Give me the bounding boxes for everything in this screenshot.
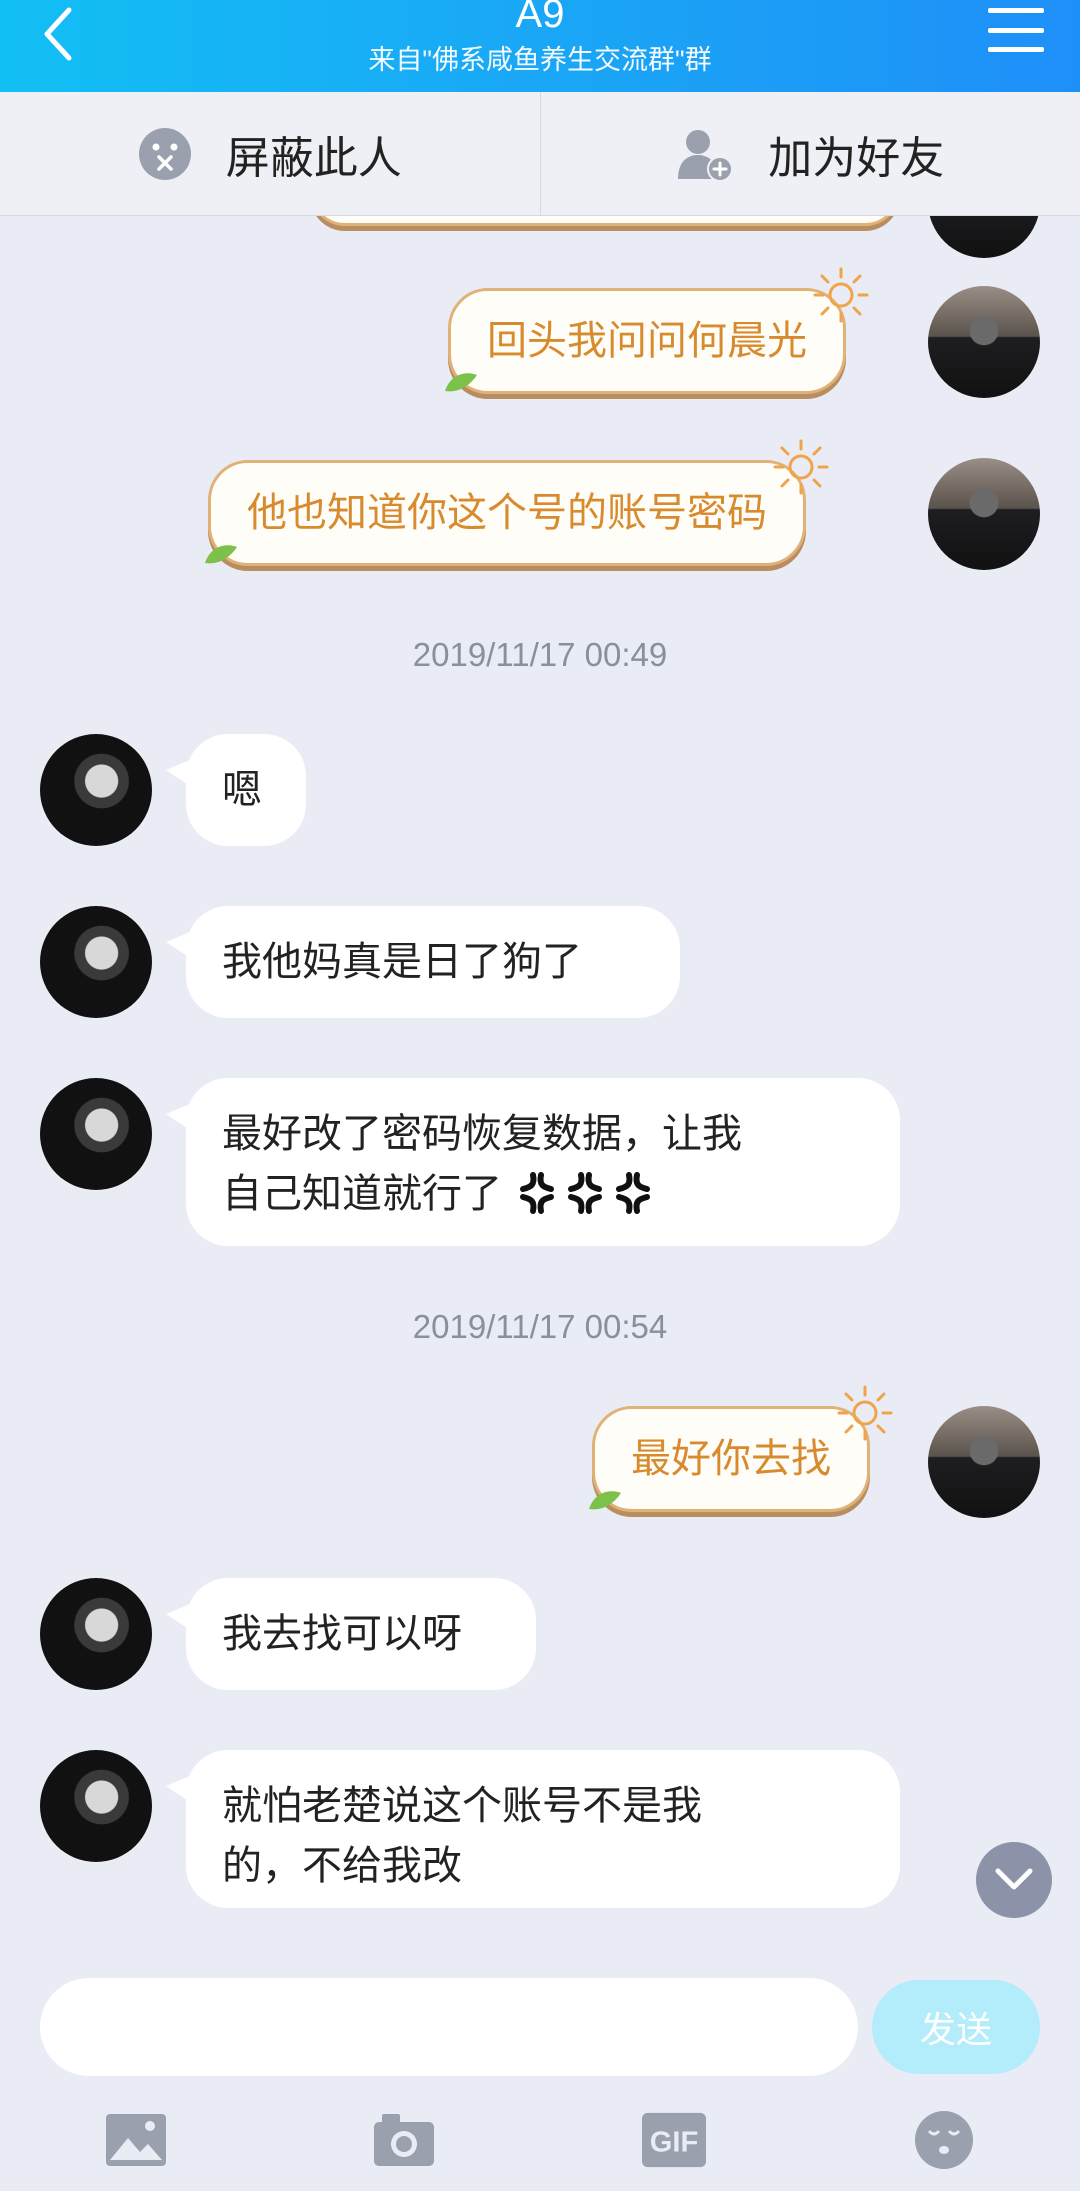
- sender-avatar[interactable]: [40, 1750, 152, 1862]
- message-text: 我他妈真是日了狗了: [222, 939, 582, 985]
- svg-text:GIF: GIF: [650, 2127, 698, 2159]
- message-text: 嗯: [222, 767, 262, 813]
- message-bubble-sent[interactable]: 最好你去找: [589, 1385, 893, 1512]
- sender-avatar[interactable]: [40, 1578, 152, 1690]
- message-text-line: 最好改了密码恢复数据，让我: [222, 1111, 742, 1157]
- my-avatar[interactable]: [928, 216, 1040, 258]
- message-bubble-partial[interactable]: [310, 216, 900, 226]
- menu-icon: [988, 8, 1044, 13]
- message-text: 最好你去找: [631, 1436, 831, 1482]
- add-friend-button[interactable]: 加为好友: [539, 92, 1080, 215]
- message-bubble-received[interactable]: 就怕老楚说这个账号不是我 的，不给我改: [166, 1750, 900, 1908]
- message-input[interactable]: [40, 1978, 858, 2076]
- block-user-button[interactable]: 屏蔽此人: [0, 92, 540, 215]
- message-bubble-received[interactable]: 我他妈真是日了狗了: [166, 906, 680, 1018]
- gif-button[interactable]: GIF: [642, 2110, 706, 2170]
- chevron-down-icon: [995, 1868, 1033, 1890]
- anger-emoji-icon: [519, 1172, 650, 1214]
- message-text: 他也知道你这个号的账号密码: [247, 490, 767, 536]
- menu-button[interactable]: [988, 6, 1044, 54]
- message-text: 回头我问问何晨光: [487, 318, 807, 364]
- image-button[interactable]: [104, 2110, 168, 2170]
- gif-icon: GIF: [642, 2112, 706, 2168]
- emoji-button[interactable]: [912, 2110, 976, 2170]
- send-button[interactable]: 发送: [872, 1980, 1040, 2074]
- sender-avatar[interactable]: [40, 1078, 152, 1190]
- message-list[interactable]: 回头我问问何晨光 他也知道你这个号的账号密码 2019/11/17 00:49 …: [0, 216, 1080, 1976]
- message-bubble-sent[interactable]: 他也知道你这个号的账号密码: [205, 439, 829, 566]
- block-face-icon: [138, 127, 191, 180]
- message-bubble-received[interactable]: 我去找可以呀: [166, 1578, 536, 1690]
- chat-title: A9: [515, 0, 565, 36]
- leaf-decoration-icon: [445, 373, 477, 392]
- camera-icon: [374, 2114, 434, 2166]
- message-text-line: 自己知道就行了: [222, 1171, 502, 1217]
- chat-header: A9 来自"佛系咸鱼养生交流群"群: [0, 0, 1080, 92]
- message-text: 我去找可以呀: [222, 1611, 462, 1657]
- sender-avatar[interactable]: [40, 906, 152, 1018]
- add-friend-icon: [678, 129, 734, 181]
- sun-decoration-icon: [813, 267, 869, 323]
- camera-button[interactable]: [372, 2110, 436, 2170]
- scroll-to-bottom-button[interactable]: [976, 1842, 1052, 1918]
- composer-toolbar: GIF: [0, 2100, 1080, 2186]
- message-bubble-sent[interactable]: 回头我问问何晨光: [445, 267, 869, 394]
- block-user-label: 屏蔽此人: [225, 133, 402, 183]
- sun-decoration-icon: [837, 1385, 893, 1441]
- my-avatar[interactable]: [928, 458, 1040, 570]
- sender-avatar[interactable]: [40, 734, 152, 846]
- stranger-action-bar: 屏蔽此人 加为好友: [0, 92, 1080, 216]
- emoji-icon: [915, 2111, 973, 2169]
- message-bubble-received[interactable]: 最好改了密码恢复数据，让我 自己知道就行了: [166, 1078, 900, 1246]
- message-timestamp: 2019/11/17 00:49: [412, 636, 668, 673]
- composer: 发送 GIF: [0, 1976, 1080, 2191]
- leaf-decoration-icon: [589, 1491, 621, 1510]
- sun-decoration-icon: [773, 439, 829, 495]
- message-bubble-received[interactable]: 嗯: [166, 734, 306, 846]
- message-timestamp: 2019/11/17 00:54: [412, 1308, 668, 1345]
- my-avatar[interactable]: [928, 286, 1040, 398]
- image-icon: [106, 2114, 166, 2166]
- message-text-line: 就怕老楚说这个账号不是我: [222, 1783, 702, 1829]
- add-friend-label: 加为好友: [768, 133, 945, 183]
- message-text-line: 的，不给我改: [222, 1843, 462, 1889]
- leaf-decoration-icon: [205, 545, 237, 564]
- chat-subtitle: 来自"佛系咸鱼养生交流群"群: [368, 45, 712, 75]
- my-avatar[interactable]: [928, 1406, 1040, 1518]
